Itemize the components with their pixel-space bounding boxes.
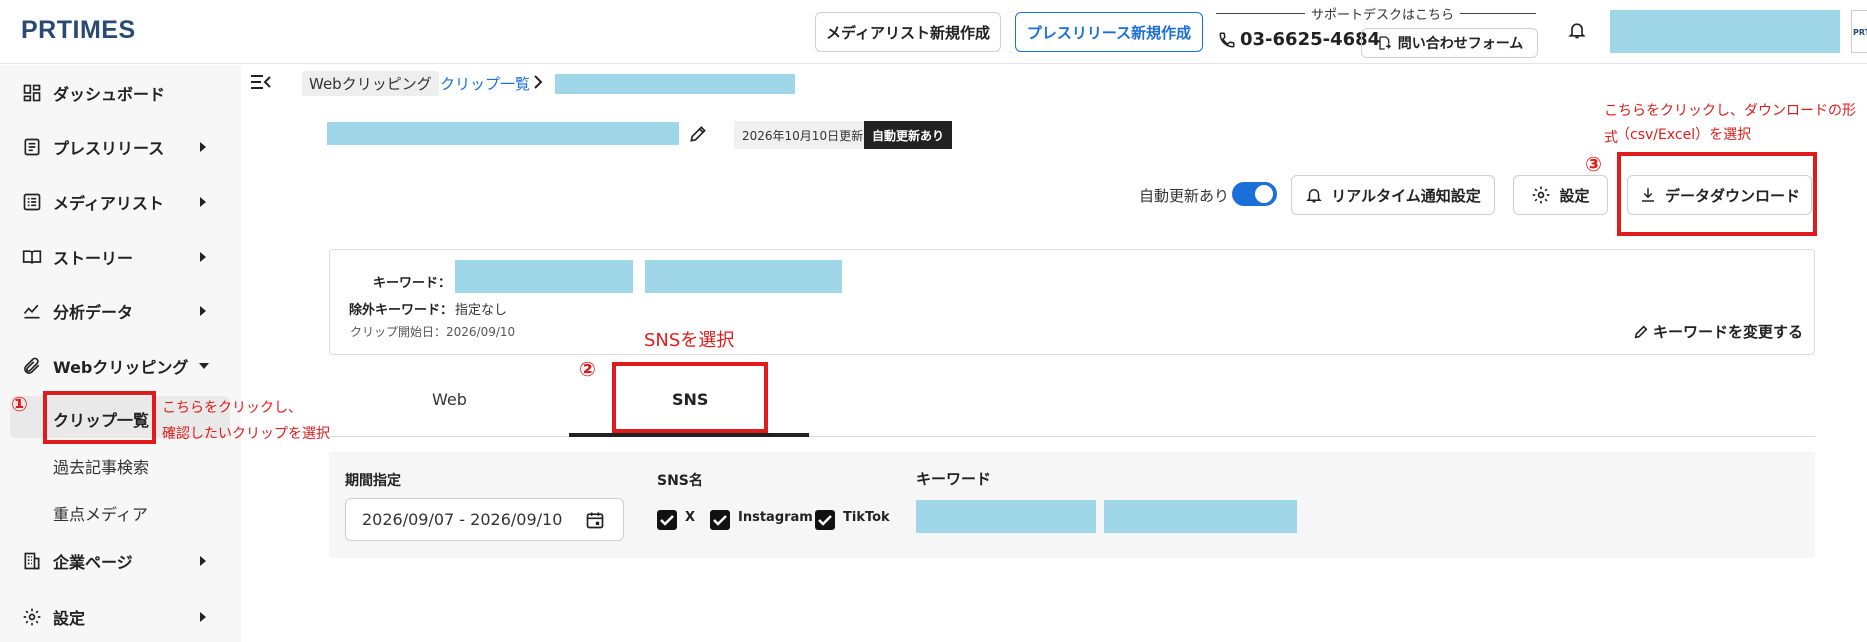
chevron-right-icon: [200, 197, 206, 207]
calendar-icon[interactable]: [585, 510, 605, 530]
tab-web[interactable]: Web: [432, 390, 467, 409]
edit-pencil-icon[interactable]: [688, 124, 708, 144]
chevron-right-icon: [200, 306, 206, 316]
auto-update-label: 自動更新あり: [1139, 187, 1230, 205]
sidebar-item-company-page[interactable]: 企業ページ: [0, 539, 241, 583]
sidebar-item-label: 分析データ: [53, 303, 134, 322]
sidebar-item-dashboard[interactable]: ダッシュボード: [0, 71, 241, 115]
account-name-redacted[interactable]: [1610, 10, 1840, 53]
chevron-right-icon: [200, 252, 206, 262]
auto-update-badge: 自動更新あり: [864, 121, 953, 149]
gear-icon: [22, 607, 42, 627]
paperclip-icon: [22, 356, 42, 376]
new-media-list-button[interactable]: メディアリスト新規作成: [815, 12, 1001, 52]
sidebar-collapse-icon[interactable]: [250, 73, 272, 91]
sns-name-label: SNS名: [657, 473, 703, 489]
phone-icon: [1218, 31, 1236, 49]
sidebar-item-label: 設定: [53, 609, 86, 628]
prtimes-logo[interactable]: PRTIMES: [21, 16, 136, 45]
new-press-release-button[interactable]: プレスリリース新規作成: [1015, 12, 1203, 52]
chevron-right-icon: [200, 142, 206, 152]
bell-icon: [1305, 185, 1323, 205]
step1-highlight-box: [43, 391, 156, 444]
tab-divider: [329, 436, 1815, 437]
list-icon: [22, 192, 42, 212]
change-keyword-button[interactable]: キーワードを変更する: [1633, 321, 1803, 342]
sidebar-item-settings[interactable]: 設定: [0, 595, 241, 639]
breadcrumb-current-redacted: [555, 74, 795, 94]
sidebar-item-label: プレスリリース: [53, 139, 165, 158]
account-logo-thumbnail[interactable]: PRT: [1851, 10, 1867, 53]
sidebar-item-press-release[interactable]: プレスリリース: [0, 125, 241, 169]
sidebar-item-label: 企業ページ: [53, 553, 133, 572]
chevron-down-icon: [199, 363, 209, 369]
support-desk-label: サポートデスクはこちら: [1305, 4, 1461, 23]
period-label: 期間指定: [345, 473, 401, 489]
active-tab-indicator: [569, 433, 809, 437]
sidebar-item-label: メディアリスト: [53, 194, 164, 213]
sidebar-subitem-priority-media[interactable]: 重点メディア: [53, 501, 148, 525]
keyword-value-redacted: [455, 260, 633, 293]
checkbox-tiktok-label: TikTok: [843, 510, 890, 525]
change-keyword-label: キーワードを変更する: [1653, 323, 1804, 341]
book-icon: [22, 247, 42, 267]
keyword-value-redacted: [645, 260, 842, 293]
dashboard-icon: [22, 83, 42, 103]
sidebar-item-story[interactable]: ストーリー: [0, 235, 241, 279]
building-icon: [22, 551, 42, 571]
checkbox-instagram-label: Instagram: [738, 510, 813, 525]
updated-date: 2026年10月10日更新: [734, 121, 872, 149]
filter-keyword-redacted[interactable]: [1104, 500, 1297, 533]
step1-instruction-line1: こちらをクリックし、: [162, 400, 302, 416]
edit-pencil-icon: [1633, 324, 1649, 340]
document-icon: [22, 137, 42, 157]
support-phone-number: 03-6625-4684: [1240, 29, 1381, 50]
step3-highlight-box: [1617, 152, 1817, 236]
keyword-label: キーワード：: [373, 276, 452, 291]
inquiry-form-label: 問い合わせフォーム: [1397, 36, 1524, 52]
top-header: PRTIMES メディアリスト新規作成 プレスリリース新規作成 サポートデスクは…: [0, 0, 1867, 64]
step2-highlight-box: [612, 362, 768, 433]
chart-icon: [22, 301, 42, 321]
external-document-icon: [1376, 35, 1392, 51]
step3-number: ③: [1585, 152, 1602, 176]
checkbox-x[interactable]: [657, 510, 677, 530]
sidebar-item-analytics[interactable]: 分析データ: [0, 289, 241, 333]
sidebar-item-media-list[interactable]: メディアリスト: [0, 180, 241, 224]
sidebar-item-label: Webクリッピング: [53, 358, 189, 377]
step1-instruction-line2: 確認したいクリップを選択: [162, 426, 330, 442]
step2-instruction: SNSを選択: [644, 330, 735, 351]
clip-start-date: クリップ開始日：2026/09/10: [350, 325, 516, 339]
realtime-notification-button[interactable]: リアルタイム通知設定: [1291, 175, 1495, 215]
breadcrumb-clip-list[interactable]: クリップ一覧: [440, 73, 530, 94]
settings-label: 設定: [1559, 186, 1590, 205]
step2-number: ②: [579, 357, 596, 381]
filter-keyword-redacted[interactable]: [916, 500, 1096, 533]
filter-keyword-label: キーワード: [916, 470, 992, 488]
step3-instruction-line2: （csv/Excel）を選択: [1616, 127, 1752, 143]
sidebar-item-web-clipping[interactable]: Webクリッピング: [0, 344, 241, 388]
notification-bell-icon[interactable]: [1567, 19, 1587, 41]
chevron-right-icon: [200, 556, 206, 566]
exclude-keyword-label: 除外キーワード：: [349, 303, 454, 318]
toggle-knob: [1255, 185, 1273, 203]
sidebar-item-label: ダッシュボード: [53, 85, 166, 104]
inquiry-form-button[interactable]: 問い合わせフォーム: [1361, 28, 1538, 58]
chevron-right-icon: [533, 75, 543, 89]
checkbox-x-label: X: [685, 510, 696, 525]
breadcrumb-web-clipping[interactable]: Webクリッピング: [302, 71, 439, 96]
checkbox-tiktok[interactable]: [815, 510, 835, 530]
checkbox-instagram[interactable]: [710, 510, 730, 530]
exclude-keyword-value: 指定なし: [455, 303, 508, 318]
chevron-right-icon: [200, 612, 206, 622]
step1-number: ①: [11, 392, 28, 416]
sidebar-item-label: ストーリー: [53, 249, 134, 268]
sidebar-subitem-past-articles[interactable]: 過去記事検索: [53, 454, 149, 478]
period-date-range-input[interactable]: 2026/09/07 - 2026/09/10: [345, 498, 624, 541]
realtime-notification-label: リアルタイム通知設定: [1331, 186, 1481, 205]
gear-icon: [1531, 185, 1551, 205]
clip-settings-button[interactable]: 設定: [1513, 175, 1608, 215]
clip-title-redacted: [327, 122, 679, 145]
